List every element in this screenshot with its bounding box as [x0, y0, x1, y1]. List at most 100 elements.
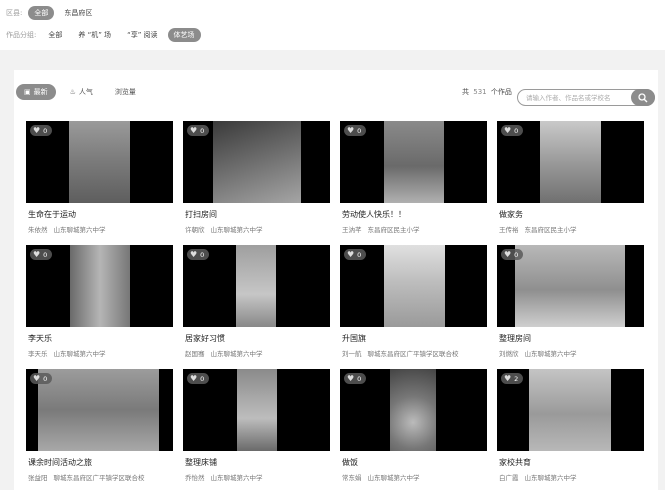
work-title[interactable]: 做家务: [499, 209, 523, 220]
like-badge[interactable]: ♥ 0: [344, 373, 367, 384]
work-author: 刘一航: [342, 350, 362, 358]
thumbnail-image: [38, 369, 159, 451]
video-thumbnail[interactable]: ♥ 0: [26, 369, 173, 451]
works-total: 共 531 个作品: [462, 87, 512, 97]
like-badge[interactable]: ♥ 0: [30, 125, 53, 136]
work-card[interactable]: ♥ 0 课余时间活动之旅 张益阳 聊城东昌府区广平镇学区联合校: [26, 369, 173, 487]
search-button[interactable]: [631, 89, 655, 106]
work-card[interactable]: ♥ 0 李天乐 李天乐 山东聊城第六中学: [26, 245, 173, 363]
work-card[interactable]: ♥ 0 整理床铺 乔怡然 山东聊城第六中学: [183, 369, 330, 487]
work-title[interactable]: 居家好习惯: [185, 333, 225, 344]
like-badge[interactable]: ♥ 0: [187, 125, 210, 136]
works-panel: ▣ 最新 ♨ 人气 浏览量 共 531 个作品 ♥0: [14, 70, 658, 490]
filter-panel: 区县: 全部 东昌府区 作品分组: 全部 养 “机” 场 “享” 阅读 体艺场: [0, 0, 665, 50]
like-badge[interactable]: ♥ 0: [30, 373, 53, 384]
work-author: 王汭芊: [342, 226, 362, 234]
like-badge[interactable]: ♥ 0: [344, 249, 367, 260]
heart-icon: ♥: [347, 126, 355, 135]
work-meta: 赵国骞 山东聊城第六中学: [185, 348, 263, 358]
work-school: 山东聊城第六中学: [210, 474, 263, 482]
sort-latest-button[interactable]: ▣ 最新: [16, 84, 56, 100]
video-thumbnail[interactable]: ♥ 0: [183, 245, 330, 327]
heart-icon: ♥: [33, 250, 41, 259]
group-chip-machine[interactable]: 养 “机” 场: [72, 28, 117, 42]
sort-popular-button[interactable]: ♨ 人气: [62, 84, 101, 100]
heart-icon: ♥: [347, 374, 355, 383]
video-thumbnail[interactable]: ♥ 0: [340, 369, 487, 451]
region-chip-all[interactable]: 全部: [28, 6, 55, 20]
work-card[interactable]: ♥ 0 居家好习惯 赵国骞 山东聊城第六中学: [183, 245, 330, 363]
like-count: 0: [43, 374, 48, 383]
like-badge[interactable]: ♥ 2: [501, 373, 524, 384]
thumbnail-image: [236, 245, 276, 327]
video-thumbnail[interactable]: ♥ 0: [497, 245, 644, 327]
heart-icon: ♥: [504, 374, 512, 383]
work-title[interactable]: 生命在于运动: [28, 209, 76, 220]
work-author: 白广霞: [499, 474, 519, 482]
work-card[interactable]: ♥ 2 家校共育 白广霞 山东聊城第六中学: [497, 369, 644, 487]
like-count: 0: [514, 126, 519, 135]
group-filter-row: 作品分组: 全部 养 “机” 场 “享” 阅读 体艺场: [6, 28, 205, 42]
like-count: 0: [43, 126, 48, 135]
work-school: 东昌府区民主小学: [367, 226, 420, 234]
sort-views-button[interactable]: 浏览量: [107, 84, 144, 100]
work-card[interactable]: ♥ 0 做饭 常东娟 山东聊城第六中学: [340, 369, 487, 487]
thumbnail-image: [237, 369, 277, 451]
work-author: 张益阳: [28, 474, 48, 482]
sort-views-label: 浏览量: [114, 88, 136, 96]
work-meta: 朱依然 山东聊城第六中学: [28, 224, 106, 234]
heart-icon: ♥: [190, 374, 198, 383]
work-card[interactable]: ♥ 0 劳动使人快乐！！ 王汭芊 东昌府区民主小学: [340, 121, 487, 239]
thumbnail-image: [69, 121, 130, 203]
work-author: 朱依然: [28, 226, 48, 234]
work-card[interactable]: ♥ 0 打扫房间 许朝欣 山东聊城第六中学: [183, 121, 330, 239]
region-filter-row: 区县: 全部 东昌府区: [6, 6, 102, 20]
group-chip-all[interactable]: 全部: [42, 28, 68, 42]
work-title[interactable]: 家校共育: [499, 457, 531, 468]
group-chip-arts-sports[interactable]: 体艺场: [167, 28, 201, 42]
video-thumbnail[interactable]: ♥ 0: [26, 245, 173, 327]
work-title[interactable]: 劳动使人快乐！！: [342, 209, 406, 220]
total-suffix: 个作品: [490, 88, 512, 96]
work-title[interactable]: 整理房间: [499, 333, 531, 344]
group-chip-reading[interactable]: “享” 阅读: [121, 28, 163, 42]
thumbnail-image: [70, 245, 130, 327]
video-thumbnail[interactable]: ♥ 2: [497, 369, 644, 451]
video-thumbnail[interactable]: ♥ 0: [26, 121, 173, 203]
thumbnail-image: [384, 245, 445, 327]
video-thumbnail[interactable]: ♥ 0: [183, 369, 330, 451]
work-title[interactable]: 打扫房间: [185, 209, 217, 220]
like-count: 0: [200, 126, 205, 135]
work-title[interactable]: 课余时间活动之旅: [28, 457, 92, 468]
work-card[interactable]: ♥ 0 升国旗 刘一航 聊城东昌府区广平镇学区联合校: [340, 245, 487, 363]
like-badge[interactable]: ♥ 0: [501, 125, 524, 136]
like-badge[interactable]: ♥ 0: [501, 249, 524, 260]
group-filter-label: 作品分组:: [6, 31, 37, 39]
work-card[interactable]: ♥ 0 做家务 王传裕 东昌府区民主小学: [497, 121, 644, 239]
work-title[interactable]: 做饭: [342, 457, 358, 468]
video-thumbnail[interactable]: ♥ 0: [183, 121, 330, 203]
region-chip-dongchangfu[interactable]: 东昌府区: [58, 6, 98, 20]
like-badge[interactable]: ♥ 0: [187, 249, 210, 260]
video-thumbnail[interactable]: ♥ 0: [340, 245, 487, 327]
video-thumbnail[interactable]: ♥ 0: [497, 121, 644, 203]
thumbnail-image: [213, 121, 301, 203]
like-badge[interactable]: ♥ 0: [344, 125, 367, 136]
work-meta: 乔怡然 山东聊城第六中学: [185, 472, 263, 482]
work-title[interactable]: 升国旗: [342, 333, 366, 344]
flame-icon: ♨: [69, 88, 76, 96]
video-thumbnail[interactable]: ♥ 0: [340, 121, 487, 203]
search-input[interactable]: [526, 92, 630, 103]
work-card[interactable]: ♥ 0 整理房间 刘燃欣 山东聊城第六中学: [497, 245, 644, 363]
like-badge[interactable]: ♥ 0: [30, 249, 53, 260]
work-meta: 王传裕 东昌府区民主小学: [499, 224, 577, 234]
work-title[interactable]: 整理床铺: [185, 457, 217, 468]
work-title[interactable]: 李天乐: [28, 333, 52, 344]
like-count: 0: [43, 250, 48, 259]
work-card[interactable]: ♥ 0 生命在于运动 朱依然 山东聊城第六中学: [26, 121, 173, 239]
sort-bar: ▣ 最新 ♨ 人气 浏览量: [16, 84, 150, 100]
work-school: 山东聊城第六中学: [524, 350, 577, 358]
work-author: 常东娟: [342, 474, 362, 482]
thumbnail-image: [540, 121, 601, 203]
like-badge[interactable]: ♥ 0: [187, 373, 210, 384]
